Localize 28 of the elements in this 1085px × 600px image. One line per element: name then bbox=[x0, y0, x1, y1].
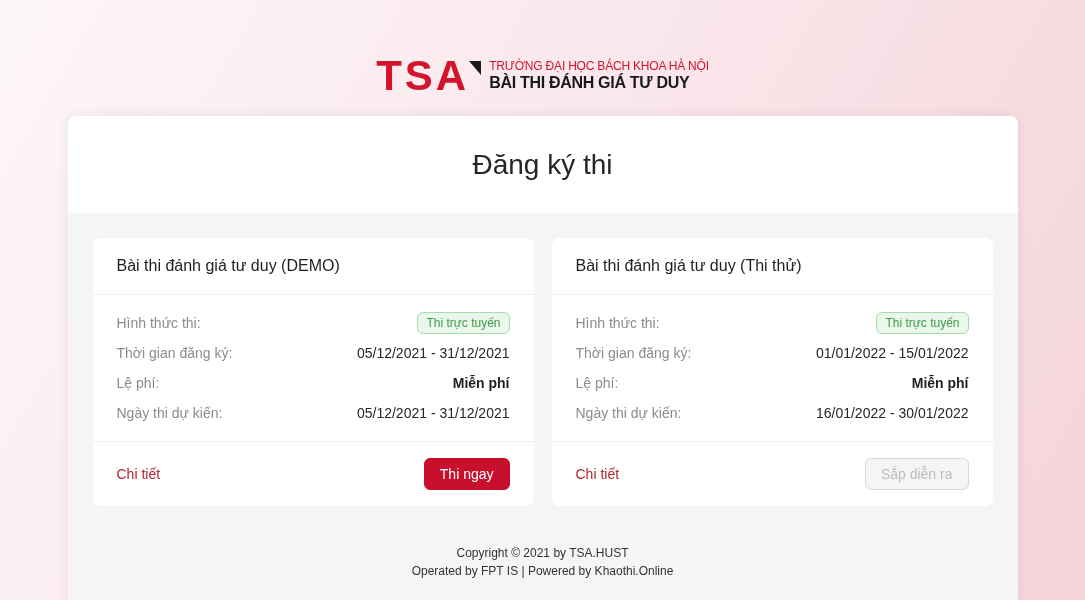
row-label: Hình thức thi: bbox=[116, 313, 201, 333]
row-value: 01/01/2022 - 15/01/2022 bbox=[815, 343, 969, 363]
exam-name: BÀI THI ĐÁNH GIÁ TƯ DUY bbox=[489, 73, 690, 93]
row-label: Lệ phí: bbox=[116, 373, 160, 393]
row-label: Ngày thi dự kiến: bbox=[575, 403, 682, 423]
row-value: Miễn phí bbox=[911, 373, 969, 393]
start-button[interactable]: Thi ngay bbox=[423, 458, 510, 490]
exam-title: Bài thi đánh giá tư duy (Thi thử) bbox=[575, 256, 802, 276]
row-value: 05/12/2021 - 31/12/2021 bbox=[356, 343, 510, 363]
university-name: TRƯỜNG ĐẠI HỌC BÁCH KHOA HÀ NỘI bbox=[489, 59, 709, 73]
details-link[interactable]: Chi tiết bbox=[575, 463, 620, 485]
row-value: Miễn phí bbox=[452, 373, 510, 393]
credits-text: Operated by FPT IS | Powered by Khaothi.Online bbox=[411, 563, 674, 580]
row-label: Hình thức thi: bbox=[575, 313, 660, 333]
page-title: Đăng ký thi bbox=[472, 147, 613, 182]
logo-wordmark: TSA bbox=[376, 58, 470, 94]
row-label: Lệ phí: bbox=[575, 373, 619, 393]
details-link[interactable]: Chi tiết bbox=[116, 463, 161, 485]
row-label: Thời gian đăng ký: bbox=[575, 343, 692, 363]
copyright-text: Copyright © 2021 by TSA.HUST bbox=[456, 545, 629, 562]
row-value: 16/01/2022 - 30/01/2022 bbox=[815, 403, 969, 423]
status-tag: Thi trực tuyến bbox=[876, 312, 969, 334]
exam-title: Bài thi đánh giá tư duy (DEMO) bbox=[116, 256, 340, 276]
logo-mark-icon bbox=[469, 61, 482, 75]
status-tag: Thi trực tuyến bbox=[417, 312, 510, 334]
row-label: Thời gian đăng ký: bbox=[116, 343, 233, 363]
row-label: Ngày thi dự kiến: bbox=[116, 403, 223, 423]
row-value: 05/12/2021 - 31/12/2021 bbox=[356, 403, 510, 423]
